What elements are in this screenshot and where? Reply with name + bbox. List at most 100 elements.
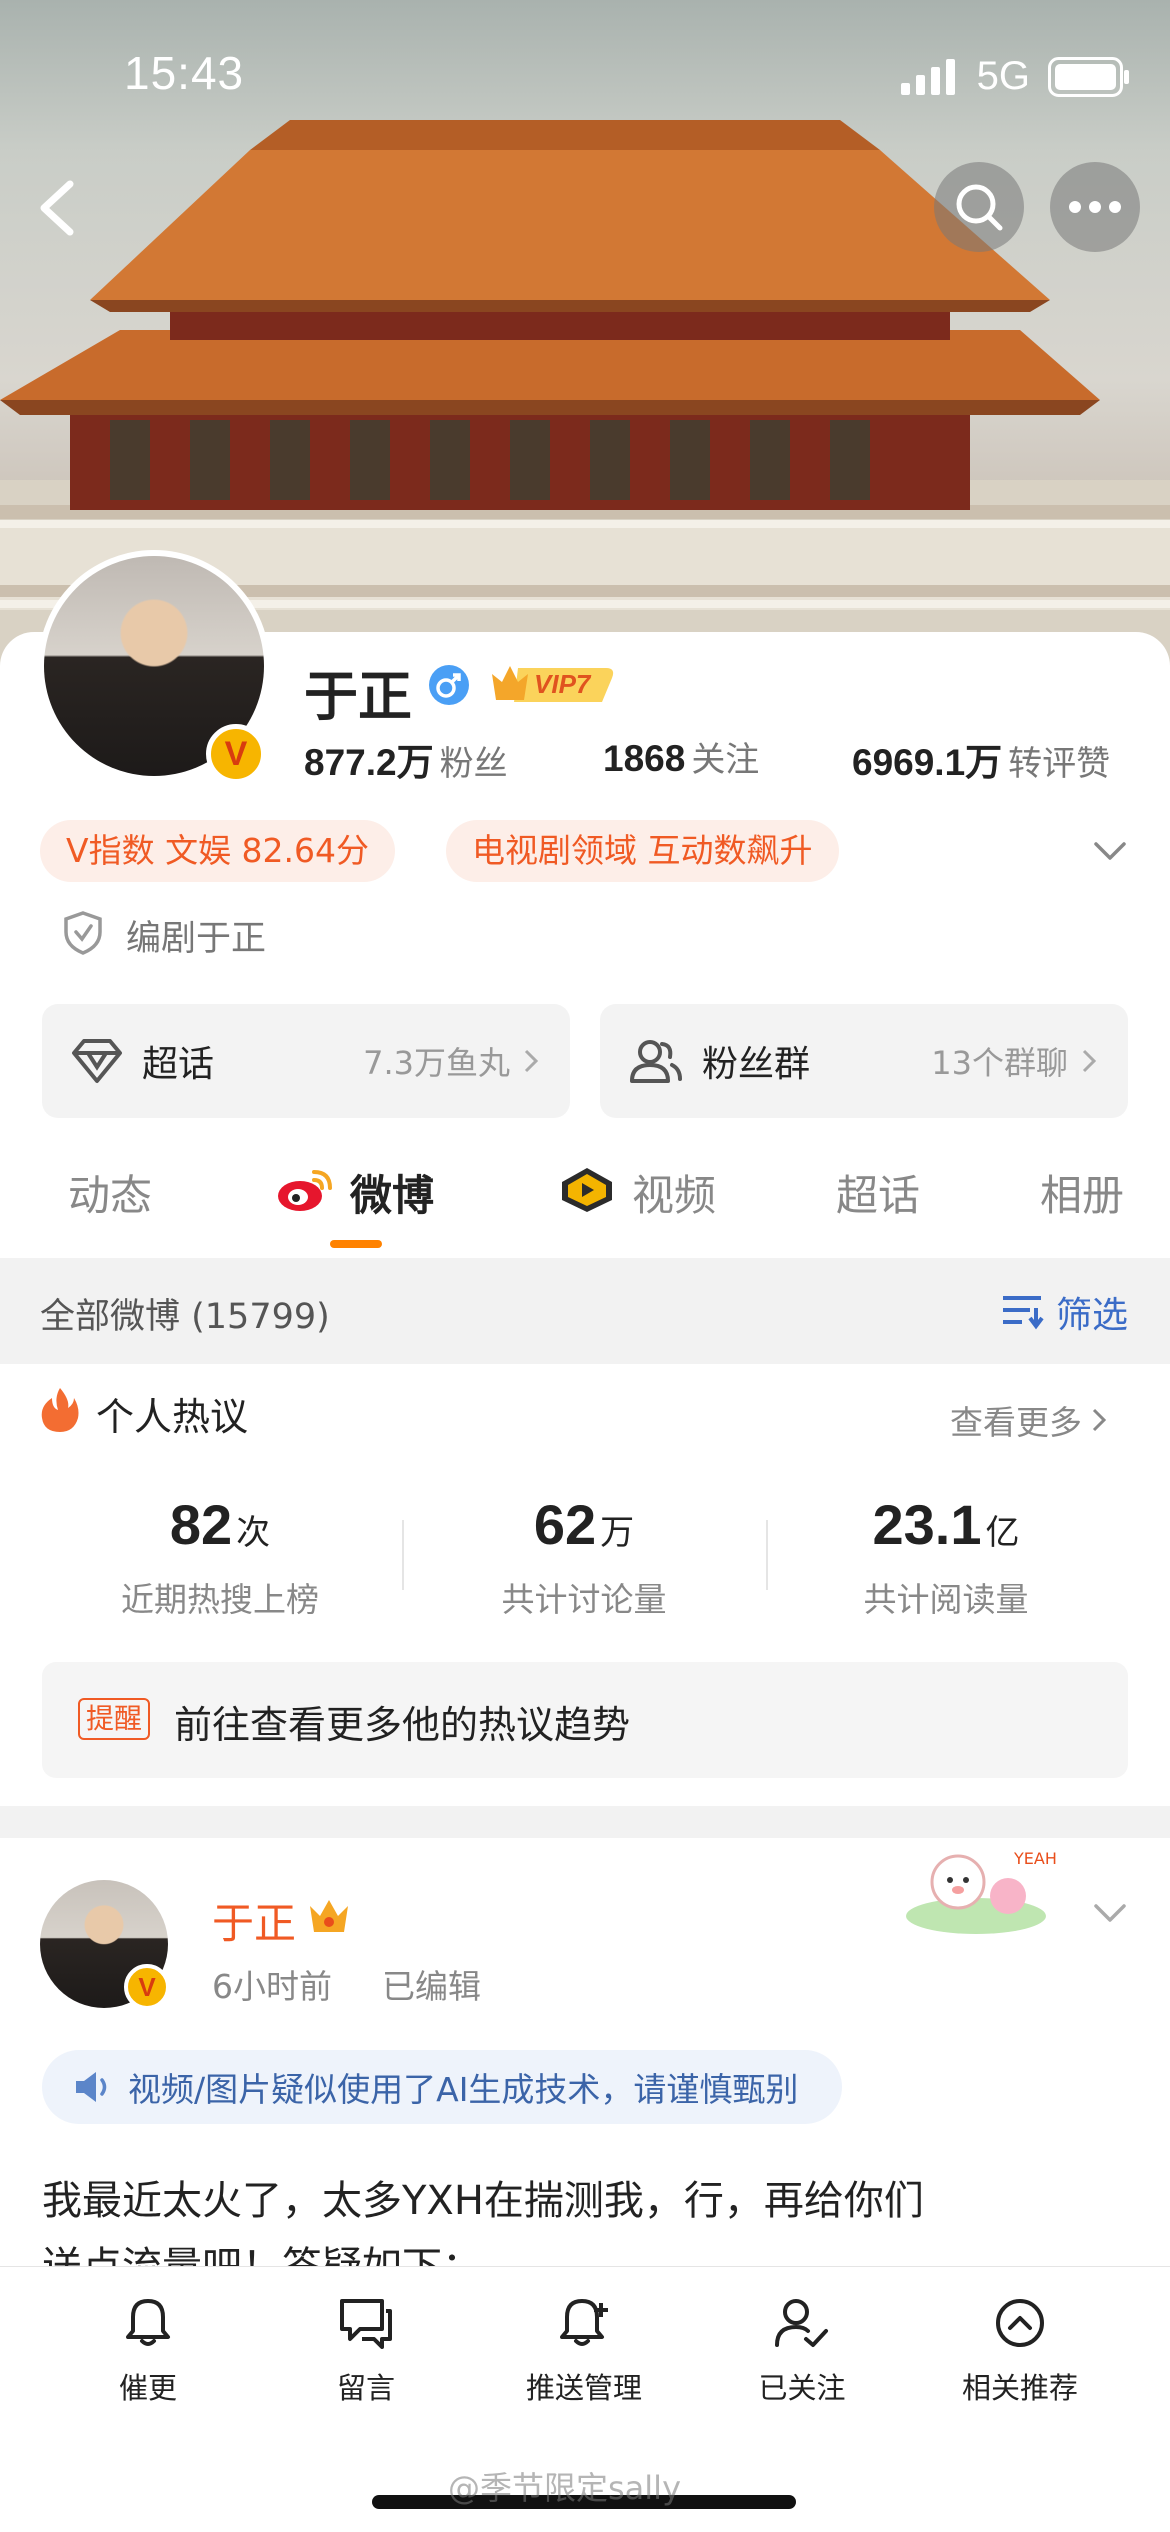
metric-hot-search[interactable]: 82 次 近期热搜上榜: [70, 1492, 370, 1621]
bell-icon: [126, 2299, 170, 2346]
speaker-icon: [76, 2072, 107, 2102]
chevron-left-icon: [40, 180, 74, 236]
status-time: 15:43: [124, 47, 245, 99]
more-button[interactable]: [1050, 162, 1140, 252]
bottom-label: 留言: [336, 2371, 395, 2405]
post-menu-chevron-icon[interactable]: [1090, 1898, 1130, 1926]
tab-super-topic[interactable]: 超话: [836, 1162, 920, 1223]
watermark: @季节限定sally: [448, 2469, 682, 2507]
filter-button[interactable]: 筛选: [1000, 1286, 1128, 1338]
metric-label: 共计讨论量: [501, 1580, 667, 1619]
group-icon: [630, 1040, 682, 1083]
message-icon: [340, 2299, 392, 2349]
search-icon: [956, 184, 1003, 231]
network-label: 5G: [976, 54, 1030, 98]
svg-text:YEAH!: YEAH!: [1013, 1849, 1056, 1868]
circle-chevron-up-icon: [996, 2299, 1044, 2347]
followers-count: 877.2万: [304, 742, 434, 783]
diamond-icon: [72, 1039, 122, 1083]
signal-icon: [900, 58, 955, 95]
more-dots-icon: [1069, 201, 1121, 213]
stat-followers[interactable]: 877.2万 粉丝: [304, 732, 508, 786]
metric-value: 23.1: [872, 1493, 982, 1556]
tab-dynamics[interactable]: 动态: [68, 1162, 152, 1223]
bottom-push-settings-button[interactable]: 推送管理: [494, 2297, 674, 2407]
fire-icon: [41, 1388, 79, 1432]
bell-plus-icon: [560, 2299, 608, 2346]
pet-sticker-icon: YEAH!: [906, 1849, 1056, 1934]
fan-group-entry[interactable]: 粉丝群 13个群聊: [600, 1004, 1128, 1118]
super-topic-entry[interactable]: 超话 7.3万鱼丸: [42, 1004, 570, 1118]
following-count: 1868: [603, 738, 686, 779]
bottom-comment-button[interactable]: 留言: [276, 2297, 456, 2407]
fan-group-title: 粉丝群: [702, 1044, 811, 1085]
metric-unit: 万: [600, 1513, 635, 1553]
bottom-action-bar: 催更 留言 推送管理 已关注 相关推荐 @季节限定sally: [0, 2266, 1170, 2532]
section-gap: [0, 1806, 1170, 1838]
battery-icon: [1048, 56, 1129, 97]
tab-album[interactable]: 相册: [1040, 1162, 1124, 1223]
bottom-following-button[interactable]: 已关注: [712, 2297, 892, 2407]
following-label: 关注: [691, 740, 760, 780]
male-gender-icon: [429, 665, 469, 705]
bottom-label: 推送管理: [525, 2371, 642, 2405]
hot-title: 个人热议: [96, 1395, 249, 1439]
ai-notice[interactable]: 视频/图片疑似使用了AI生成技术，请谨慎甄别: [42, 2050, 843, 2124]
see-more-link[interactable]: 查看更多: [950, 1396, 1110, 1444]
reminder-banner[interactable]: 提醒 前往查看更多他的热议趋势: [42, 1662, 1128, 1778]
crown-icon: [310, 1900, 348, 1932]
stat-following[interactable]: 1868 关注: [603, 732, 759, 781]
chevron-right-icon: [1082, 1049, 1097, 1073]
ai-notice-text: 视频/图片疑似使用了AI生成技术，请谨慎甄别: [128, 2070, 799, 2109]
bottom-recommend-button[interactable]: 相关推荐: [930, 2297, 1110, 2407]
user-check-icon: [775, 2299, 828, 2347]
profile-name: 于正: [304, 665, 412, 728]
verified-badge-icon: V: [206, 724, 266, 784]
reminder-text: 前往查看更多他的热议趋势: [174, 1703, 631, 1747]
drama-domain-tag[interactable]: 电视剧领域 互动数飙升: [446, 820, 839, 882]
back-button[interactable]: [26, 168, 86, 248]
metric-value: 82: [169, 1493, 233, 1556]
metric-value: 62: [533, 1493, 597, 1556]
post-author[interactable]: 于正: [212, 1890, 296, 1951]
metric-unit: 次: [236, 1513, 271, 1553]
tab-video[interactable]: 视频: [632, 1162, 716, 1223]
post-time: 6小时前: [212, 1967, 332, 2006]
metric-reads[interactable]: 23.1 亿 共计阅读量: [796, 1492, 1096, 1621]
reminder-tag: 提醒: [78, 1698, 151, 1740]
chevron-right-icon: [524, 1049, 539, 1073]
divider: [402, 1520, 404, 1590]
weibo-logo-icon: [278, 1170, 332, 1211]
stat-interactions[interactable]: 6969.1万 转评赞: [852, 732, 1110, 786]
shield-icon: [64, 911, 102, 955]
metric-unit: 亿: [985, 1513, 1020, 1553]
metric-label: 近期热搜上榜: [121, 1580, 319, 1619]
vip-badge[interactable]: VIP7: [488, 660, 618, 710]
filter-label: 筛选: [1055, 1295, 1128, 1336]
chevron-right-icon: [1092, 1408, 1107, 1432]
filter-icon: [1002, 1296, 1044, 1330]
metric-discussion[interactable]: 62 万 共计讨论量: [434, 1492, 734, 1621]
super-topic-meta: 7.3万鱼丸: [363, 1044, 510, 1082]
active-tab-indicator: [330, 1240, 382, 1248]
chevron-down-icon[interactable]: [1090, 836, 1130, 864]
bottom-label: 催更: [118, 2371, 177, 2405]
followers-label: 粉丝: [439, 744, 508, 784]
interactions-count: 6969.1万: [852, 742, 1003, 783]
tab-weibo[interactable]: 微博: [350, 1162, 434, 1223]
v-index-tag[interactable]: V指数 文娱 82.64分: [40, 820, 396, 882]
super-topic-title: 超话: [142, 1044, 215, 1085]
metric-label: 共计阅读量: [863, 1580, 1029, 1619]
vip-label: VIP7: [534, 669, 591, 699]
bottom-urge-button[interactable]: 催更: [58, 2297, 238, 2407]
verified-badge-icon: V: [124, 1964, 170, 2010]
see-more-label: 查看更多: [950, 1403, 1082, 1442]
filter-bar: 全部微博 (15799) 筛选: [0, 1258, 1170, 1364]
all-weibo-count: 全部微博 (15799): [40, 1297, 330, 1337]
search-button[interactable]: [934, 162, 1024, 252]
certification-text: 编剧于正: [126, 919, 267, 959]
divider: [766, 1520, 768, 1590]
video-icon: [562, 1168, 612, 1212]
interactions-label: 转评赞: [1008, 744, 1111, 784]
post-edited: 已编辑: [382, 1967, 481, 2006]
